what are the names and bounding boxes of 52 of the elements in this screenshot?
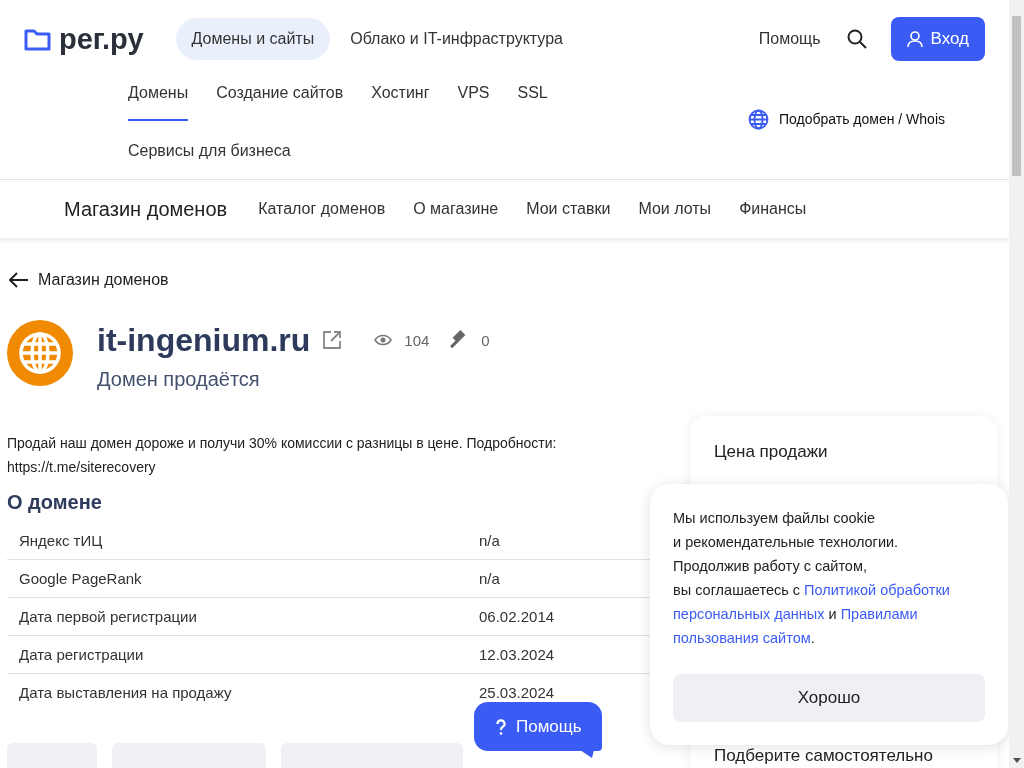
scrollbar[interactable] bbox=[1009, 0, 1024, 768]
folder-icon bbox=[24, 27, 51, 51]
globe-icon bbox=[18, 331, 62, 375]
policy-link[interactable]: пользования сайтом bbox=[673, 630, 811, 646]
domain-status: Домен продаётся bbox=[97, 368, 261, 391]
price-option[interactable]: Подберите самостоятельно bbox=[714, 746, 973, 766]
scrollbar-thumb[interactable] bbox=[1012, 16, 1021, 176]
row-label: Яндекс тИЦ bbox=[7, 522, 467, 560]
subnav-tab[interactable]: VPS bbox=[457, 78, 490, 119]
row-label: Дата выставления на продажу bbox=[7, 673, 467, 711]
policy-link[interactable]: Политикой обработки bbox=[804, 582, 950, 598]
cookie-notice: Мы используем файлы cookie и рекомендательные технологии. Продолжив работу с сайтом, вы соглашаетесь с Политикой обработки персональных данных и Правилами пользования сайтом. bbox=[673, 509, 951, 648]
question-icon bbox=[496, 718, 506, 735]
shop-title[interactable]: Магазин доменов bbox=[64, 197, 228, 221]
subnav-tab[interactable]: SSL bbox=[517, 78, 548, 119]
shop-nav-link[interactable]: Мои ставки bbox=[526, 200, 611, 218]
search-icon[interactable] bbox=[846, 29, 867, 49]
policy-link[interactable]: персональных данных bbox=[673, 606, 825, 622]
subnav-tab[interactable]: Домены bbox=[128, 78, 189, 121]
shop-nav-link[interactable]: Каталог доменов bbox=[258, 200, 386, 218]
eye-icon bbox=[374, 334, 393, 346]
help-link[interactable]: Помощь bbox=[758, 30, 821, 48]
nav-tab[interactable]: Домены и сайты bbox=[175, 18, 331, 60]
nav-tab[interactable]: Облако и IT-инфраструктура bbox=[334, 18, 579, 60]
accept-button[interactable]: Хорошо bbox=[673, 674, 985, 722]
login-button[interactable]: Вход bbox=[890, 17, 985, 61]
promo-text: Продай наш домен дороже и получи 30% комиссии с разницы в цене. Подробности: https://t.me/siterecovery bbox=[7, 434, 558, 477]
shop-nav-link[interactable]: Мои лоты bbox=[638, 200, 712, 218]
price-title: Цена продажи bbox=[714, 442, 829, 462]
row-label: Дата регистрации bbox=[7, 635, 467, 674]
logo-text[interactable]: рег.ру bbox=[59, 22, 144, 56]
shop-nav-link[interactable]: Финансы bbox=[739, 200, 807, 218]
row-label: Google PageRank bbox=[7, 559, 467, 598]
domain-name: it-ingenium.ru bbox=[97, 321, 311, 359]
scroll-down-arrow-icon[interactable] bbox=[1012, 758, 1021, 764]
shop-nav-link[interactable]: О магазине bbox=[413, 200, 499, 218]
whois-link[interactable]: Подобрать домен / Whois bbox=[778, 111, 945, 127]
help-button[interactable]: Помощь bbox=[474, 702, 602, 751]
row-label: Дата первой регистрации bbox=[7, 597, 467, 636]
user-icon bbox=[906, 30, 923, 48]
back-link[interactable]: Магазин доменов bbox=[38, 271, 169, 289]
policy-link[interactable]: Правилами bbox=[840, 606, 918, 622]
globe-icon bbox=[747, 108, 769, 130]
subnav-tab[interactable]: Создание сайтов bbox=[216, 78, 344, 119]
section-title: О домене bbox=[7, 491, 103, 514]
subnav-tab[interactable]: Хостинг bbox=[371, 78, 430, 119]
back-arrow-icon[interactable] bbox=[9, 272, 29, 288]
subnav-tab[interactable]: Сервисы для бизнеса bbox=[128, 136, 291, 177]
external-link-icon[interactable] bbox=[322, 330, 343, 350]
views-count: 104 bbox=[404, 331, 430, 349]
bids-count: 0 bbox=[481, 331, 490, 349]
speech-tail-icon bbox=[579, 750, 594, 758]
